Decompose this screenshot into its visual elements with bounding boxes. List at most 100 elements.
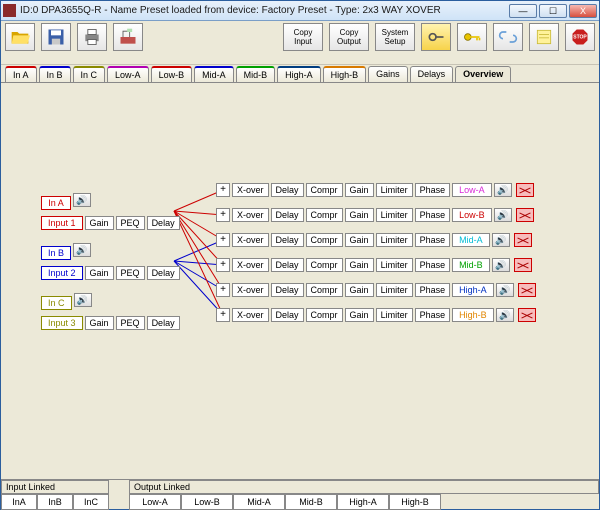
output-name[interactable]: Mid-B bbox=[452, 258, 490, 272]
mute-icon[interactable] bbox=[518, 308, 536, 322]
input-source[interactable]: Input 1 bbox=[41, 216, 83, 230]
tab-mid-a[interactable]: Mid-A bbox=[194, 66, 234, 82]
limiter-node[interactable]: Limiter bbox=[376, 233, 413, 247]
output-name[interactable]: High-A bbox=[452, 283, 494, 297]
link-out-high-b[interactable]: High-B bbox=[389, 494, 441, 510]
limiter-node[interactable]: Limiter bbox=[376, 183, 413, 197]
tab-gains[interactable]: Gains bbox=[368, 66, 408, 82]
save-button[interactable] bbox=[41, 23, 71, 51]
speaker-icon[interactable]: 🔊 bbox=[492, 233, 510, 247]
phase-node[interactable]: Phase bbox=[415, 183, 451, 197]
link-in-ina[interactable]: InA bbox=[1, 494, 37, 510]
mute-icon[interactable] bbox=[518, 283, 536, 297]
compr-node[interactable]: Compr bbox=[306, 233, 343, 247]
input-name[interactable]: In C bbox=[41, 296, 72, 310]
tab-in-b[interactable]: In B bbox=[39, 66, 71, 82]
delay-node[interactable]: Delay bbox=[271, 283, 304, 297]
output-name[interactable]: Mid-A bbox=[452, 233, 490, 247]
link-in-inc[interactable]: InC bbox=[73, 494, 109, 510]
tab-delays[interactable]: Delays bbox=[410, 66, 454, 82]
gain-node[interactable]: Gain bbox=[85, 216, 114, 230]
gain-node[interactable]: Gain bbox=[345, 258, 374, 272]
speaker-icon[interactable]: 🔊 bbox=[496, 308, 514, 322]
output-name[interactable]: Low-B bbox=[452, 208, 492, 222]
mix-button[interactable]: + bbox=[216, 258, 230, 272]
gain-node[interactable]: Gain bbox=[345, 233, 374, 247]
x-over-node[interactable]: X-over bbox=[232, 183, 269, 197]
output-name[interactable]: Low-A bbox=[452, 183, 492, 197]
limiter-node[interactable]: Limiter bbox=[376, 208, 413, 222]
tab-in-c[interactable]: In C bbox=[73, 66, 106, 82]
delay-node[interactable]: Delay bbox=[147, 216, 180, 230]
compr-node[interactable]: Compr bbox=[306, 283, 343, 297]
compr-node[interactable]: Compr bbox=[306, 183, 343, 197]
mix-button[interactable]: + bbox=[216, 208, 230, 222]
input-source[interactable]: Input 2 bbox=[41, 266, 83, 280]
gain-node[interactable]: Gain bbox=[345, 308, 374, 322]
speaker-icon[interactable]: 🔊 bbox=[496, 283, 514, 297]
notes-button[interactable] bbox=[529, 23, 559, 51]
x-over-node[interactable]: X-over bbox=[232, 258, 269, 272]
phase-node[interactable]: Phase bbox=[415, 258, 451, 272]
input-source[interactable]: Input 3 bbox=[41, 316, 83, 330]
mute-icon[interactable] bbox=[516, 183, 534, 197]
delay-node[interactable]: Delay bbox=[271, 183, 304, 197]
phase-node[interactable]: Phase bbox=[415, 233, 451, 247]
open-button[interactable] bbox=[5, 23, 35, 51]
gain-node[interactable]: Gain bbox=[345, 208, 374, 222]
delay-node[interactable]: Delay bbox=[271, 308, 304, 322]
tab-low-b[interactable]: Low-B bbox=[151, 66, 193, 82]
gain-node[interactable]: Gain bbox=[85, 266, 114, 280]
speaker-icon[interactable]: 🔊 bbox=[74, 293, 92, 307]
mute-icon[interactable] bbox=[514, 258, 532, 272]
delay-node[interactable]: Delay bbox=[271, 208, 304, 222]
speaker-icon[interactable]: 🔊 bbox=[73, 243, 91, 257]
print-button[interactable] bbox=[77, 23, 107, 51]
close-button[interactable]: X bbox=[569, 4, 597, 18]
limiter-node[interactable]: Limiter bbox=[376, 308, 413, 322]
input-name[interactable]: In A bbox=[41, 196, 71, 210]
maximize-button[interactable]: ☐ bbox=[539, 4, 567, 18]
x-over-node[interactable]: X-over bbox=[232, 208, 269, 222]
mix-button[interactable]: + bbox=[216, 283, 230, 297]
phase-node[interactable]: Phase bbox=[415, 308, 451, 322]
key-button[interactable] bbox=[457, 23, 487, 51]
gain-node[interactable]: Gain bbox=[345, 283, 374, 297]
speaker-icon[interactable]: 🔊 bbox=[494, 183, 512, 197]
gain-node[interactable]: Gain bbox=[85, 316, 114, 330]
peq-node[interactable]: PEQ bbox=[116, 216, 145, 230]
tab-in-a[interactable]: In A bbox=[5, 66, 37, 82]
mix-button[interactable]: + bbox=[216, 308, 230, 322]
tab-high-b[interactable]: High-B bbox=[323, 66, 367, 82]
compr-node[interactable]: Compr bbox=[306, 258, 343, 272]
phase-node[interactable]: Phase bbox=[415, 283, 451, 297]
input-name[interactable]: In B bbox=[41, 246, 71, 260]
tab-high-a[interactable]: High-A bbox=[277, 66, 321, 82]
gain-node[interactable]: Gain bbox=[345, 183, 374, 197]
delay-node[interactable]: Delay bbox=[271, 258, 304, 272]
x-over-node[interactable]: X-over bbox=[232, 283, 269, 297]
link-in-inb[interactable]: InB bbox=[37, 494, 73, 510]
link-button[interactable] bbox=[493, 23, 523, 51]
link-out-low-a[interactable]: Low-A bbox=[129, 494, 181, 510]
link-out-low-b[interactable]: Low-B bbox=[181, 494, 233, 510]
device-button[interactable] bbox=[113, 23, 143, 51]
phase-node[interactable]: Phase bbox=[415, 208, 451, 222]
peq-node[interactable]: PEQ bbox=[116, 316, 145, 330]
tab-mid-b[interactable]: Mid-B bbox=[236, 66, 276, 82]
minimize-button[interactable]: — bbox=[509, 4, 537, 18]
peq-node[interactable]: PEQ bbox=[116, 266, 145, 280]
speaker-icon[interactable]: 🔊 bbox=[492, 258, 510, 272]
link-out-high-a[interactable]: High-A bbox=[337, 494, 389, 510]
mute-icon[interactable] bbox=[516, 208, 534, 222]
stop-button[interactable]: STOP bbox=[565, 23, 595, 51]
output-name[interactable]: High-B bbox=[452, 308, 494, 322]
delay-node[interactable]: Delay bbox=[147, 316, 180, 330]
system-setup-button[interactable]: System Setup bbox=[375, 23, 415, 51]
mix-button[interactable]: + bbox=[216, 183, 230, 197]
limiter-node[interactable]: Limiter bbox=[376, 258, 413, 272]
mix-button[interactable]: + bbox=[216, 233, 230, 247]
speaker-icon[interactable]: 🔊 bbox=[494, 208, 512, 222]
copy-input-button[interactable]: Copy Input bbox=[283, 23, 323, 51]
limiter-node[interactable]: Limiter bbox=[376, 283, 413, 297]
